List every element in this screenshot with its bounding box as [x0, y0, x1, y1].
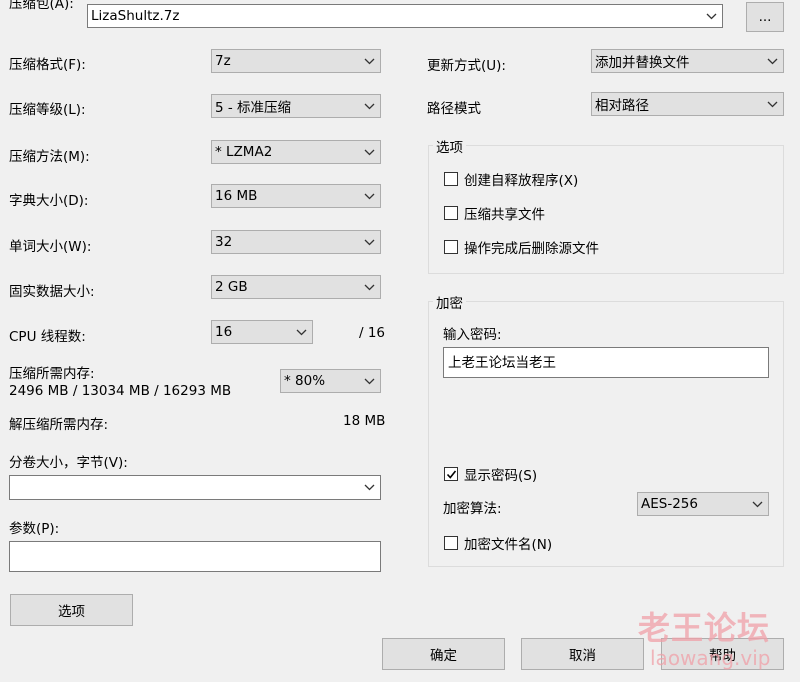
chevron-down-icon	[358, 185, 380, 207]
chevron-down-icon	[746, 493, 768, 515]
archive-path-combo[interactable]: LizaShultz.7z	[87, 4, 723, 28]
word-value: 32	[215, 234, 233, 250]
password-input[interactable]: 上老王论坛当老王	[443, 347, 769, 378]
pathmode-label: 路径模式	[427, 101, 481, 117]
chevron-down-icon	[358, 141, 380, 163]
archive-label: 压缩包(A):	[9, 0, 74, 12]
password-label: 输入密码:	[443, 327, 502, 343]
mem-comp-label: 压缩所需内存:	[9, 366, 95, 382]
params-label: 参数(P):	[9, 521, 60, 537]
split-combo[interactable]	[9, 475, 381, 500]
options-group-title: 选项	[433, 136, 466, 156]
cancel-button[interactable]: 取消	[521, 638, 644, 670]
chevron-down-icon	[358, 50, 380, 72]
format-label: 压缩格式(F):	[9, 57, 86, 73]
delete-checkbox[interactable]	[444, 240, 458, 254]
threads-label: CPU 线程数:	[9, 329, 86, 345]
shared-checkbox[interactable]	[444, 206, 458, 220]
shared-checkbox-row[interactable]: 压缩共享文件	[444, 203, 545, 223]
sfx-checkbox[interactable]	[444, 172, 458, 186]
show-password-row[interactable]: 显示密码(S)	[444, 464, 537, 484]
options-button[interactable]: 选项	[10, 594, 133, 626]
threads-value: 16	[215, 324, 233, 340]
enc-method-value: AES-256	[641, 496, 698, 512]
checkmark-icon	[446, 470, 456, 479]
solid-value: 2 GB	[215, 279, 248, 295]
chevron-down-icon	[761, 93, 783, 115]
mem-decomp-label: 解压缩所需内存:	[9, 417, 109, 433]
sfx-checkbox-row[interactable]: 创建自释放程序(X)	[444, 169, 578, 189]
pathmode-select[interactable]: 相对路径	[591, 92, 784, 116]
chevron-down-icon	[761, 50, 783, 72]
dict-label: 字典大小(D):	[9, 193, 89, 209]
archive-path-value: LizaShultz.7z	[91, 8, 180, 24]
chevron-down-icon	[358, 231, 380, 253]
format-value: 7z	[215, 53, 231, 69]
format-select[interactable]: 7z	[211, 49, 381, 73]
method-label: 压缩方法(M):	[9, 149, 90, 165]
chevron-down-icon	[358, 276, 380, 298]
shared-label: 压缩共享文件	[464, 207, 545, 223]
dict-value: 16 MB	[215, 188, 258, 204]
level-select[interactable]: 5 - 标准压缩	[211, 94, 381, 118]
mem-usage-value: * 80%	[284, 373, 326, 389]
show-password-checkbox[interactable]	[444, 467, 458, 481]
watermark-url: laowang.vip	[650, 646, 771, 670]
mem-usage-select[interactable]: * 80%	[280, 369, 381, 393]
mem-comp-detail: 2496 MB / 13034 MB / 16293 MB	[9, 383, 232, 399]
encrypt-names-checkbox[interactable]	[444, 536, 458, 550]
word-select[interactable]: 32	[211, 230, 381, 254]
threads-total: / 16	[359, 325, 386, 341]
chevron-down-icon[interactable]	[358, 476, 380, 499]
browse-button[interactable]: ...	[746, 2, 784, 32]
params-input[interactable]	[9, 541, 381, 572]
encrypt-names-label: 加密文件名(N)	[464, 537, 553, 553]
enc-method-select[interactable]: AES-256	[637, 492, 769, 516]
update-label: 更新方式(U):	[427, 58, 506, 74]
method-value: * LZMA2	[215, 144, 273, 160]
level-label: 压缩等级(L):	[9, 102, 86, 118]
dict-select[interactable]: 16 MB	[211, 184, 381, 208]
chevron-down-icon[interactable]	[700, 5, 722, 27]
chevron-down-icon	[358, 370, 380, 392]
watermark-title: 老王论坛	[638, 609, 771, 647]
delete-checkbox-row[interactable]: 操作完成后删除源文件	[444, 237, 599, 257]
chevron-down-icon	[290, 321, 312, 343]
threads-select[interactable]: 16	[211, 320, 313, 344]
solid-select[interactable]: 2 GB	[211, 275, 381, 299]
sfx-label: 创建自释放程序(X)	[464, 173, 579, 189]
method-select[interactable]: * LZMA2	[211, 140, 381, 164]
encrypt-names-row[interactable]: 加密文件名(N)	[444, 533, 552, 553]
ok-button[interactable]: 确定	[382, 638, 505, 670]
level-value: 5 - 标准压缩	[215, 100, 292, 116]
chevron-down-icon	[358, 95, 380, 117]
update-value: 添加并替换文件	[595, 55, 690, 71]
show-password-label: 显示密码(S)	[464, 468, 538, 484]
enc-method-label: 加密算法:	[443, 501, 502, 517]
encryption-group-title: 加密	[433, 292, 466, 312]
delete-label: 操作完成后删除源文件	[464, 241, 599, 257]
word-label: 单词大小(W):	[9, 239, 92, 255]
pathmode-value: 相对路径	[595, 98, 649, 114]
solid-label: 固实数据大小:	[9, 284, 95, 300]
split-label: 分卷大小，字节(V):	[9, 455, 128, 471]
update-select[interactable]: 添加并替换文件	[591, 49, 784, 73]
mem-decomp-value: 18 MB	[343, 413, 386, 429]
